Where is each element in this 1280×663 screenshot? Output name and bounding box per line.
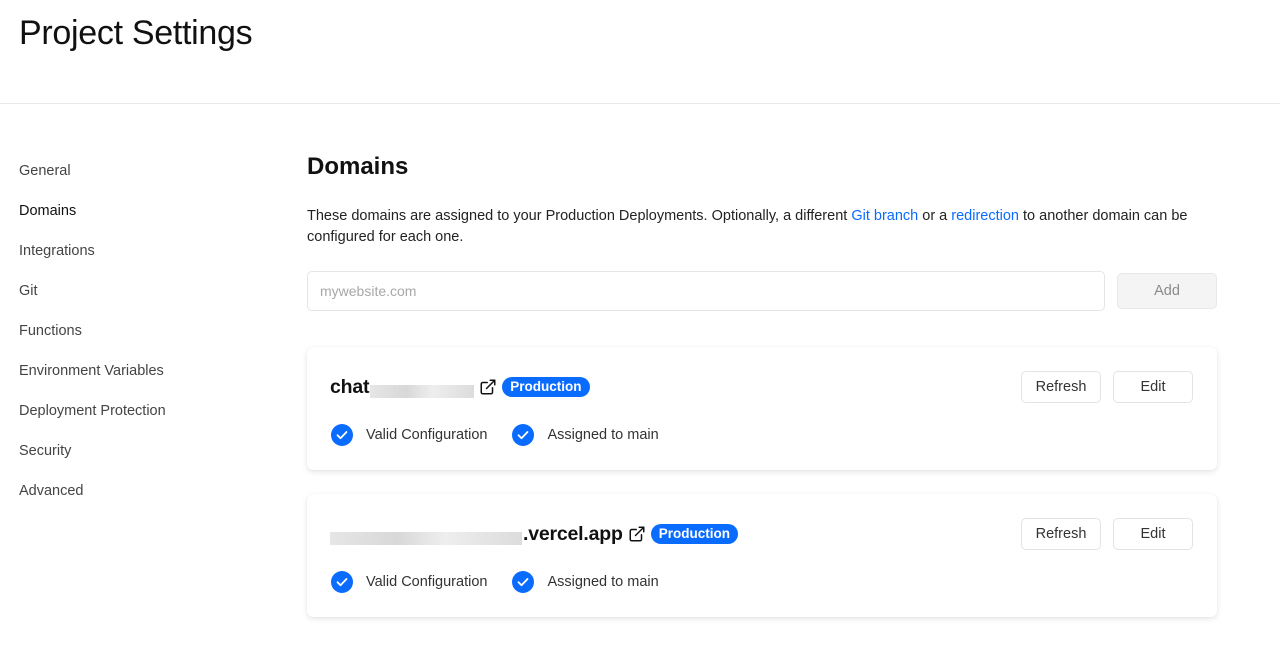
domain-card: chat Production Refresh Edit Valid Confi…: [307, 347, 1217, 470]
external-link-icon[interactable]: [479, 378, 497, 396]
sidebar-item-general[interactable]: General: [19, 151, 259, 191]
domain-card: .vercel.app Production Refresh Edit Vali…: [307, 494, 1217, 617]
domain-title-row: chat Production: [330, 372, 590, 402]
edit-button[interactable]: Edit: [1113, 371, 1193, 403]
external-link-icon[interactable]: [628, 525, 646, 543]
status-valid-configuration: Valid Configuration: [331, 571, 487, 593]
sidebar-item-functions[interactable]: Functions: [19, 311, 259, 351]
status-valid-configuration: Valid Configuration: [331, 424, 487, 446]
status-assigned-branch: Assigned to main: [512, 571, 659, 593]
refresh-button[interactable]: Refresh: [1021, 518, 1101, 550]
check-circle-icon: [331, 571, 353, 593]
domain-name[interactable]: .vercel.app: [523, 523, 623, 546]
domain-title-row: .vercel.app Production: [330, 519, 738, 549]
status-row: Valid Configuration Assigned to main: [331, 570, 684, 594]
add-domain-row: Add: [307, 271, 1217, 311]
sidebar-item-domains[interactable]: Domains: [19, 191, 259, 231]
status-text: Assigned to main: [547, 427, 659, 443]
redacted-text: [370, 384, 475, 398]
section-title: Domains: [307, 153, 409, 180]
add-domain-button[interactable]: Add: [1117, 273, 1217, 309]
domains-section: Domains These domains are assigned to yo…: [307, 150, 1217, 617]
description-text-1: These domains are assigned to your Produ…: [307, 208, 852, 224]
git-branch-link[interactable]: Git branch: [851, 208, 918, 224]
status-text: Assigned to main: [547, 574, 659, 590]
sidebar-item-environment-variables[interactable]: Environment Variables: [19, 351, 259, 391]
status-row: Valid Configuration Assigned to main: [331, 423, 684, 447]
domain-input[interactable]: [307, 271, 1105, 311]
settings-sidebar: General Domains Integrations Git Functio…: [19, 151, 259, 511]
check-circle-icon: [512, 571, 535, 593]
page-title: Project Settings: [19, 14, 253, 52]
production-badge: Production: [650, 524, 738, 544]
sidebar-item-git[interactable]: Git: [19, 271, 259, 311]
redacted-text: [330, 531, 522, 545]
edit-button[interactable]: Edit: [1113, 518, 1193, 550]
redirection-link[interactable]: redirection: [951, 208, 1019, 224]
sidebar-item-advanced[interactable]: Advanced: [19, 471, 259, 511]
description-text-2: or a: [918, 208, 952, 224]
page-header: Project Settings: [0, 0, 1280, 104]
sidebar-item-security[interactable]: Security: [19, 431, 259, 471]
production-badge: Production: [502, 377, 590, 397]
sidebar-item-integrations[interactable]: Integrations: [19, 231, 259, 271]
status-text: Valid Configuration: [366, 427, 488, 443]
status-text: Valid Configuration: [366, 574, 488, 590]
section-description: These domains are assigned to your Produ…: [307, 206, 1217, 248]
check-circle-icon: [331, 424, 353, 446]
check-circle-icon: [512, 424, 535, 446]
refresh-button[interactable]: Refresh: [1021, 371, 1101, 403]
domain-name[interactable]: chat: [330, 376, 369, 399]
status-assigned-branch: Assigned to main: [512, 424, 659, 446]
sidebar-item-deployment-protection[interactable]: Deployment Protection: [19, 391, 259, 431]
